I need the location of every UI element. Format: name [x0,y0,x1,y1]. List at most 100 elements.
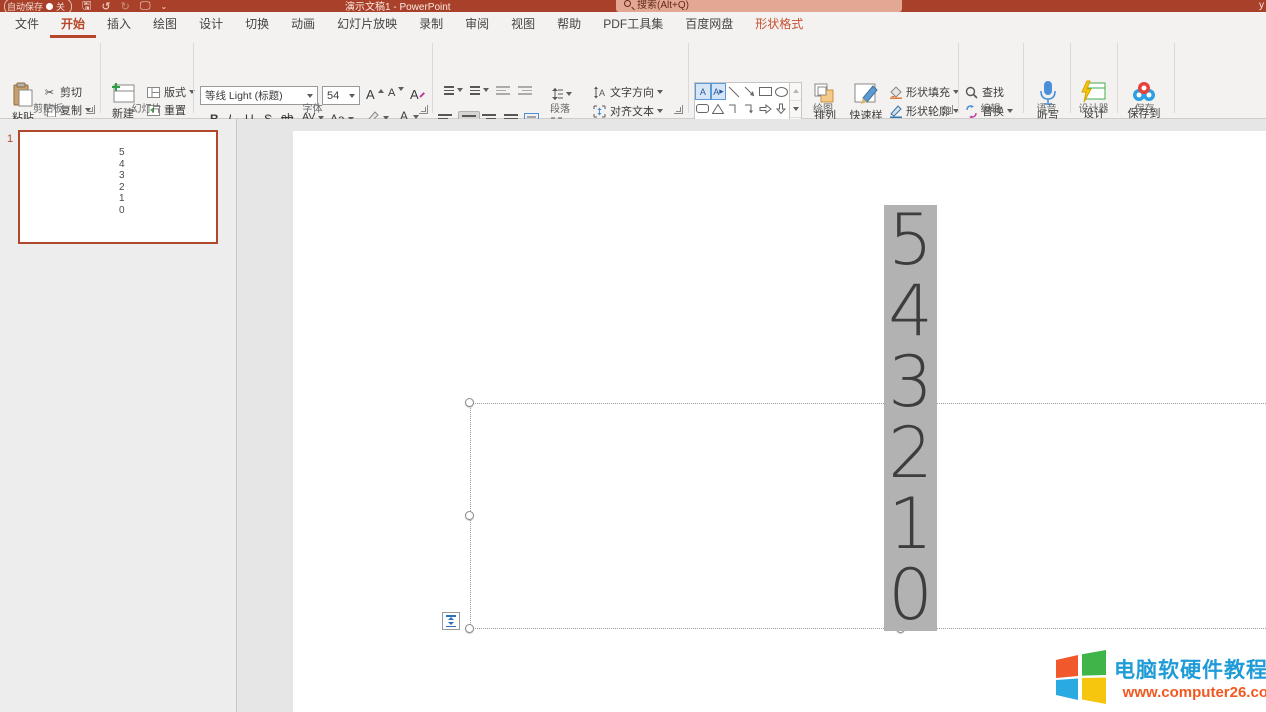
autofit-icon [446,615,456,627]
slides-group-label: 幻灯片 [100,100,193,115]
decrease-indent-icon [496,86,510,95]
clipboard-group-label: 剪贴板 [0,100,96,115]
cut-icon: ✂ [42,85,57,100]
shape-fill-label: 形状填充 [906,84,950,100]
selected-text-numbers[interactable]: 5 4 3 2 1 0 [884,205,937,631]
paragraph-dialog-launcher[interactable] [674,105,683,114]
watermark: 电脑软硬件教程网 www.computer26.com [1056,650,1266,704]
watermark-url: www.computer26.com [1123,684,1266,701]
bullets-dropdown-icon [457,88,463,92]
increase-indent-button[interactable] [518,86,532,95]
font-name-dropdown-icon [307,94,313,98]
decrease-font-button[interactable]: A [388,87,404,99]
autofit-options-button[interactable] [442,612,460,630]
digit[interactable]: 3 [884,347,937,418]
cut-label: 剪切 [60,84,82,100]
slide-thumbnail[interactable]: 5 4 3 2 1 0 [18,130,218,244]
thumbnail-digits: 5 4 3 2 1 0 [119,147,125,216]
shape-fill-button[interactable]: 形状填充 [888,84,959,100]
shape-fill-icon [888,85,903,100]
tab-record[interactable]: 录制 [408,10,454,38]
tab-home[interactable]: 开始 [50,10,96,38]
find-icon [964,85,979,100]
tab-insert[interactable]: 插入 [96,10,142,38]
tab-shape-format[interactable]: 形状格式 [744,10,814,38]
search-placeholder: 搜索(Alt+Q) [637,0,689,11]
tab-slideshow[interactable]: 幻灯片放映 [326,10,408,38]
shape-line-icon[interactable] [726,83,742,100]
decrease-indent-button[interactable] [496,86,510,95]
slide-number: 1 [7,133,13,145]
tab-animations[interactable]: 动画 [280,10,326,38]
text-direction-icon: A [592,85,607,100]
clipboard-dialog-launcher[interactable] [86,105,95,114]
shape-arrow-icon[interactable] [742,83,758,100]
cut-button[interactable]: ✂ 剪切 [42,84,82,100]
clear-formatting-slash-icon [419,92,424,97]
tab-review[interactable]: 审阅 [454,10,500,38]
find-label: 查找 [982,84,1004,100]
paragraph-group-label: 段落 [432,100,688,115]
layout-label: 版式 [164,84,186,100]
numbering-button[interactable] [466,86,489,95]
find-button[interactable]: 查找 [964,84,1004,100]
text-direction-label: 文字方向 [610,84,654,100]
tab-design[interactable]: 设计 [188,10,234,38]
gallery-scroll-up-icon[interactable] [790,83,801,101]
line-spacing-icon [548,86,563,101]
editing-group-label: 编辑 [958,100,1023,115]
handle-middle-left[interactable] [465,511,474,520]
digit[interactable]: 2 [884,418,937,489]
layout-icon [146,85,161,100]
text-direction-button[interactable]: A 文字方向 [592,84,663,100]
drawing-dialog-launcher[interactable] [944,105,953,114]
voice-group-label: 语音 [1023,100,1070,115]
handle-top-left[interactable] [465,398,474,407]
textbox-glyph: A [700,87,706,97]
user-account-label[interactable]: y [1259,0,1264,11]
search-icon [624,0,631,7]
slide-thumbnail-panel[interactable]: 1 5 4 3 2 1 0 [0,119,237,712]
digit[interactable]: 1 [884,489,937,560]
layout-button[interactable]: 版式 [146,84,195,100]
tab-view[interactable]: 视图 [500,10,546,38]
line-spacing-button[interactable] [548,86,572,101]
bullets-button[interactable] [440,86,463,95]
handle-bottom-left[interactable] [465,624,474,633]
drawing-group-label: 绘图 [688,100,958,115]
shape-rectangle-icon[interactable] [758,83,774,100]
font-group-label: 字体 [193,100,432,115]
line-spacing-dropdown-icon [566,92,572,96]
toggle-dot-icon [46,3,53,10]
tab-pdf-tools[interactable]: PDF工具集 [592,10,674,38]
ribbon-tab-bar: 文件 开始 插入 绘图 设计 切换 动画 幻灯片放映 录制 审阅 视图 帮助 P… [0,12,1266,38]
text-direction-dropdown-icon [657,90,663,94]
vertical-textbox-glyph: A [713,87,719,97]
layout-dropdown-icon [189,90,195,94]
font-dialog-launcher[interactable] [419,105,428,114]
shape-textbox-icon[interactable]: A [695,83,711,100]
tab-help[interactable]: 帮助 [546,10,592,38]
textbox-selection-border[interactable] [470,403,1266,629]
tab-file[interactable]: 文件 [4,10,50,38]
decrease-font-arrow-icon [398,87,404,91]
digit[interactable]: 0 [884,560,937,631]
increase-indent-icon [518,86,532,95]
shape-oval-icon[interactable] [773,83,789,100]
svg-text:A: A [599,88,605,98]
bullets-icon [440,86,454,95]
increase-font-arrow-icon [378,89,384,93]
tab-baidu-pan[interactable]: 百度网盘 [674,10,744,38]
decrease-font-letter: A [388,87,395,99]
designer-group-label: 设计器 [1070,100,1117,115]
save-group-label: 保存 [1117,100,1172,115]
ribbon: 粘贴 ✂ 剪切 复制 格式刷 剪贴板 新建 幻灯片 版式 重置 节 幻灯片 等线 [0,38,1266,119]
shape-vertical-textbox-icon[interactable]: A▸ [711,83,727,100]
watermark-site-name: 电脑软硬件教程网 [1114,654,1266,684]
digit[interactable]: 4 [884,276,937,347]
numbering-dropdown-icon [483,88,489,92]
digit[interactable]: 5 [884,205,937,276]
tab-transitions[interactable]: 切换 [234,10,280,38]
numbering-icon [466,86,480,95]
tab-draw[interactable]: 绘图 [142,10,188,38]
